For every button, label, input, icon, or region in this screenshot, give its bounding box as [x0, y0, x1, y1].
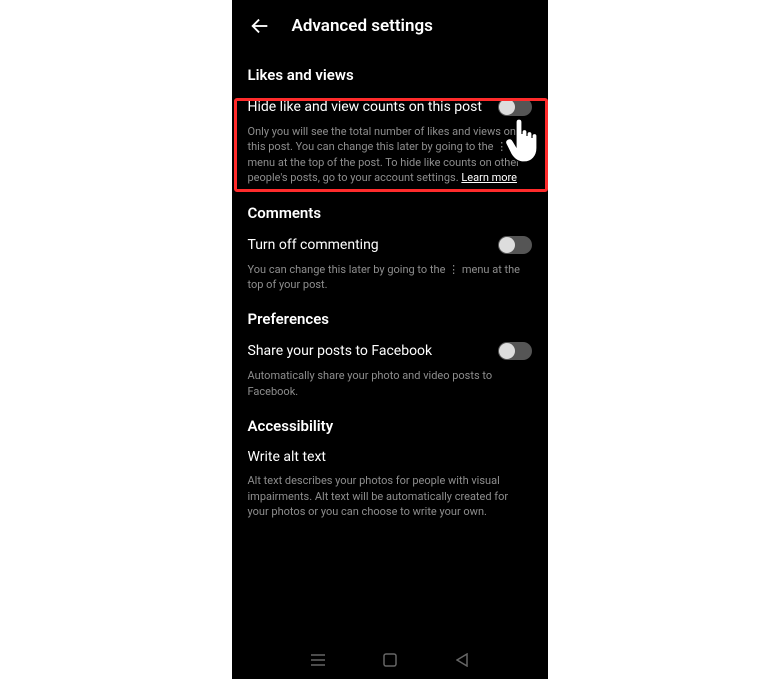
toggle-knob [499, 343, 515, 359]
toggle-commenting[interactable] [498, 236, 532, 254]
setting-desc-accessibility: Alt text describes your photos for peopl… [248, 473, 532, 519]
section-title-comments: Comments [248, 204, 532, 222]
setting-label: Turn off commenting [248, 237, 498, 253]
setting-row-commenting[interactable]: Turn off commenting [248, 236, 532, 254]
setting-label: Share your posts to Facebook [248, 343, 498, 359]
section-title-likes: Likes and views [248, 66, 532, 84]
toggle-knob [499, 237, 515, 253]
setting-label: Write alt text [248, 449, 532, 465]
toggle-knob [499, 99, 515, 115]
settings-content: Likes and views Hide like and view count… [232, 66, 548, 519]
setting-desc-likes: Only you will see the total number of li… [248, 124, 532, 186]
section-title-accessibility: Accessibility [248, 417, 532, 435]
learn-more-link[interactable]: Learn more [461, 171, 517, 184]
nav-recents-icon[interactable] [310, 652, 326, 668]
section-title-preferences: Preferences [248, 310, 532, 328]
setting-row-hide-likes[interactable]: Hide like and view counts on this post [248, 98, 532, 116]
nav-home-icon[interactable] [382, 652, 398, 668]
toggle-share-fb[interactable] [498, 342, 532, 360]
phone-screen: Advanced settings Likes and views Hide l… [232, 0, 548, 679]
setting-row-alt-text[interactable]: Write alt text [248, 449, 532, 465]
back-arrow-icon[interactable] [248, 14, 272, 38]
header: Advanced settings [232, 0, 548, 48]
toggle-hide-likes[interactable] [498, 98, 532, 116]
system-nav-bar [232, 641, 548, 679]
nav-back-icon[interactable] [454, 652, 470, 668]
page-title: Advanced settings [292, 16, 433, 36]
setting-label: Hide like and view counts on this post [248, 99, 498, 115]
setting-desc-preferences: Automatically share your photo and video… [248, 368, 532, 399]
setting-row-share-fb[interactable]: Share your posts to Facebook [248, 342, 532, 360]
setting-desc-comments: You can change this later by going to th… [248, 262, 532, 293]
